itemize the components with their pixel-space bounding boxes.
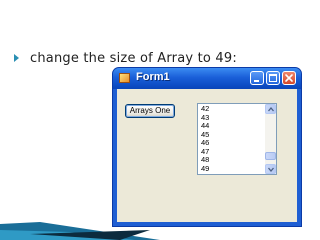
scroll-up-button[interactable] <box>265 104 276 114</box>
list-item[interactable]: 44 <box>201 121 265 131</box>
list-item[interactable]: 45 <box>201 130 265 140</box>
list-item[interactable]: 49 <box>201 164 265 174</box>
vertical-scrollbar[interactable] <box>265 104 276 174</box>
form-client-area: Arrays One 42 43 44 45 46 47 48 49 <box>117 89 297 222</box>
list-item[interactable]: 42 <box>201 104 265 114</box>
window-title: Form1 <box>136 71 170 83</box>
minimize-button[interactable] <box>250 71 264 85</box>
chevron-up-icon <box>268 107 274 112</box>
list-items: 42 43 44 45 46 47 48 49 <box>201 104 265 174</box>
scroll-thumb[interactable] <box>265 152 276 160</box>
list-item[interactable]: 43 <box>201 113 265 123</box>
close-button[interactable] <box>282 71 296 85</box>
arrays-one-button[interactable]: Arrays One <box>125 104 175 118</box>
scroll-down-button[interactable] <box>265 164 276 174</box>
minimize-icon <box>254 80 259 82</box>
close-icon <box>285 74 293 82</box>
chevron-down-icon <box>268 167 274 172</box>
maximize-button[interactable] <box>266 71 280 85</box>
list-item[interactable]: 48 <box>201 155 265 165</box>
triangle-bullet-icon <box>14 54 19 62</box>
title-bar[interactable]: Form1 <box>113 68 301 89</box>
numbers-listbox[interactable]: 42 43 44 45 46 47 48 49 <box>197 103 277 175</box>
form1-window: Form1 Arrays One 42 43 44 45 46 47 48 49 <box>113 68 301 226</box>
list-item[interactable]: 47 <box>201 147 265 157</box>
form-app-icon <box>119 73 130 83</box>
bullet-text: change the size of Array to 49: <box>30 50 237 66</box>
list-item[interactable]: 46 <box>201 138 265 148</box>
maximize-icon <box>269 74 277 82</box>
bullet-row: change the size of Array to 49: <box>14 50 237 66</box>
